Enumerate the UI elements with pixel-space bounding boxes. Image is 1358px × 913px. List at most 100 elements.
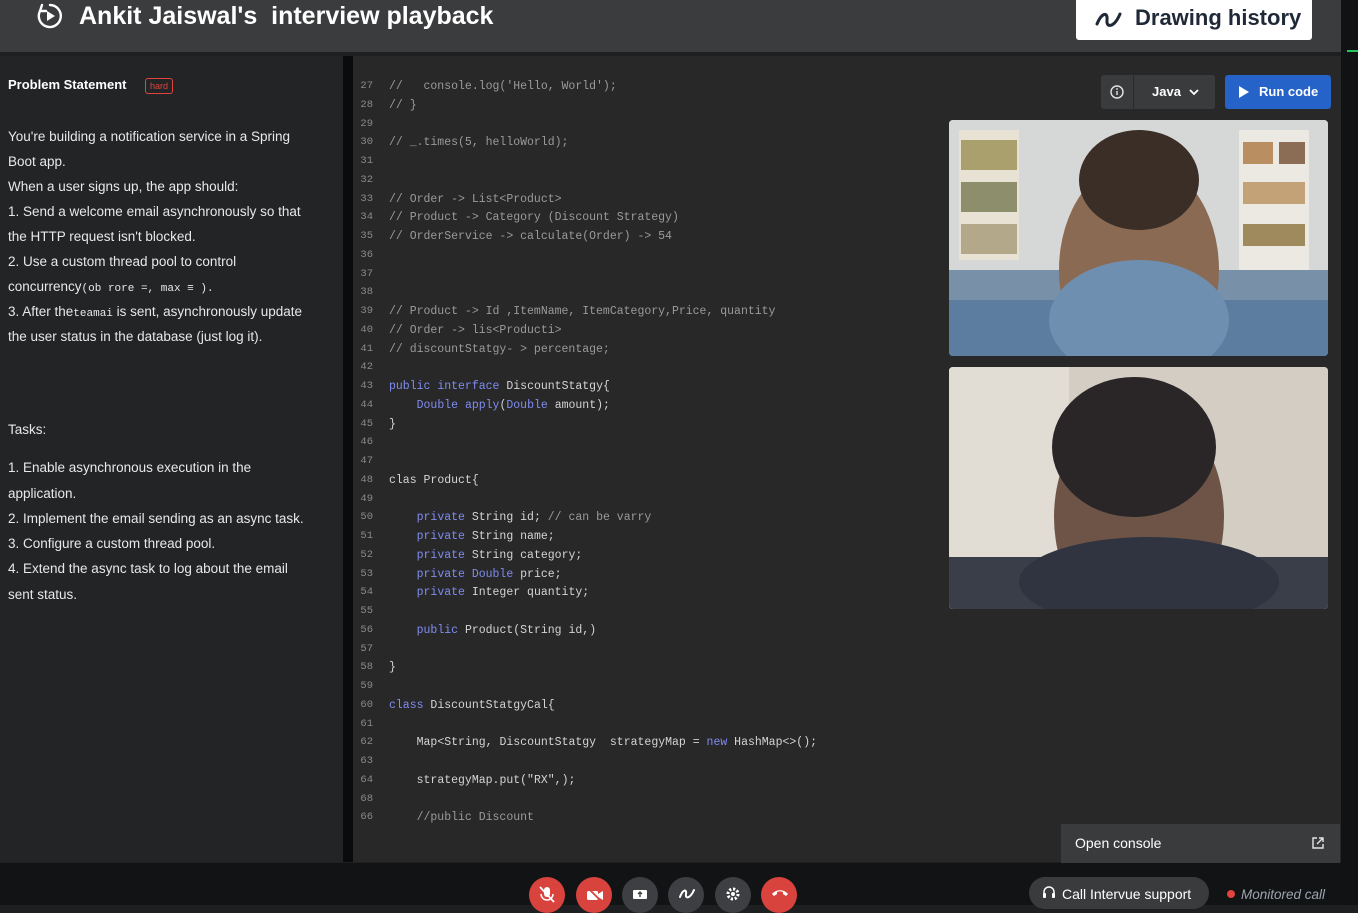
code-line: 27 // console.log('Hello, World'); xyxy=(353,80,913,98)
hang-up-icon xyxy=(772,890,788,896)
settings-button[interactable] xyxy=(715,877,751,913)
code-line: 53 private Double price; xyxy=(353,568,913,586)
code-line: 48 clas Product{ xyxy=(353,474,913,492)
line-number: 39 xyxy=(360,305,373,317)
difficulty-badge: hard xyxy=(145,78,174,94)
line-number: 42 xyxy=(360,361,373,374)
scribble-icon xyxy=(1095,12,1122,27)
code-line: 46 xyxy=(353,436,913,454)
task-line: 2. Implement the email sending as an asy… xyxy=(8,511,304,526)
code-text: // Product -> Id ,ItemName, ItemCategory… xyxy=(389,305,776,318)
code-text: private Double price; xyxy=(416,567,562,581)
page-title: Ankit Jaiswal's interview playback xyxy=(79,2,494,30)
line-number: 41 xyxy=(360,342,373,355)
line-number: 59 xyxy=(360,680,373,692)
line-number: 37 xyxy=(360,267,373,280)
task-line: application. xyxy=(8,486,77,501)
code-text: //public Discount xyxy=(389,811,534,825)
code-line: 68 xyxy=(353,793,913,811)
panel-divider[interactable] xyxy=(343,56,353,862)
line-number: 62 xyxy=(360,736,373,749)
drawing-history-button[interactable]: Drawing history xyxy=(1076,0,1312,40)
language-select[interactable]: Java xyxy=(1133,75,1215,109)
line-number: 51 xyxy=(360,530,373,542)
code-line: 62 Map<String, DiscountStatgy strategyMa… xyxy=(353,736,913,754)
candidate-video xyxy=(949,367,1328,609)
problem-line: the HTTP request isn't blocked. xyxy=(8,229,196,244)
code-line: 41 // discountStatgy- > percentage; xyxy=(353,343,913,361)
play-icon xyxy=(1239,86,1249,98)
line-number: 60 xyxy=(360,698,373,711)
info-button[interactable] xyxy=(1101,75,1133,109)
code-text: // Order -> List<Product> xyxy=(389,192,562,206)
code-text: // _.times(5, helloWorld); xyxy=(389,136,569,150)
call-controls-bar: Call Intervue support Monitored call xyxy=(0,863,1341,913)
line-number: 63 xyxy=(360,755,373,767)
code-line: 30 // _.times(5, helloWorld); xyxy=(353,136,913,154)
end-call-button[interactable] xyxy=(761,877,797,913)
open-console-label: Open console xyxy=(1075,835,1162,851)
code-line: 61 xyxy=(353,718,913,736)
line-number: 33 xyxy=(360,192,373,205)
code-line: 52 private String category; xyxy=(353,549,913,567)
code-line: 29 xyxy=(353,118,913,136)
code-line: 63 xyxy=(353,755,913,773)
mute-mic-button[interactable] xyxy=(529,877,565,913)
line-number: 54 xyxy=(360,586,373,599)
code-text: Map<String, DiscountStatgy strategyMap =… xyxy=(416,736,817,750)
code-line: 66 //public Discount xyxy=(353,811,913,829)
code-line: 35 // OrderService -> calculate(Order) ->… xyxy=(353,230,913,248)
code-text: private String id; // can be varry xyxy=(416,511,652,525)
after-text-rest: is sent, asynchronously update xyxy=(112,304,303,319)
concurrency-text: concurrency xyxy=(8,279,82,294)
task-line: 4. Extend the async task to log about th… xyxy=(8,561,288,576)
code-line: 57 xyxy=(353,643,913,661)
screen-share-icon xyxy=(633,890,647,899)
line-number: 64 xyxy=(360,773,373,786)
line-number: 46 xyxy=(360,436,373,449)
task-line: 1. Enable asynchronous execution in the xyxy=(8,460,252,475)
problem-heading: Problem Statement xyxy=(8,77,127,92)
code-text: class DiscountStatgyCal{ xyxy=(389,698,555,712)
code-line: 44 Double apply(Double amount); xyxy=(353,399,913,417)
code-text: // Product -> Category (Discount Strateg… xyxy=(389,211,679,225)
line-number: 34 xyxy=(360,211,373,224)
code-line: 45} xyxy=(353,418,913,436)
problem-line: the user status in the database (just lo… xyxy=(8,329,263,344)
code-line: 32 xyxy=(353,174,913,192)
problem-panel: Problem Statement hard You're building a… xyxy=(0,56,343,862)
task-line: 3. Configure a custom thread pool. xyxy=(8,536,216,551)
problem-line: You're building a notification service i… xyxy=(8,129,291,144)
code-text: // OrderService -> calculate(Order) -> 5… xyxy=(389,230,672,243)
line-number: 49 xyxy=(360,492,373,505)
concurrency-smudge: (ob rore =, max ≡ ). xyxy=(81,283,214,295)
code-line: 55 xyxy=(353,605,913,623)
right-edge-strip xyxy=(1341,0,1358,905)
open-console-button[interactable]: Open console xyxy=(1061,824,1340,863)
code-text: } xyxy=(389,661,396,675)
code-line: 39 // Product -> Id ,ItemName, ItemCatego… xyxy=(353,305,913,323)
code-text: private String name; xyxy=(416,530,555,543)
video-off-icon xyxy=(587,887,603,903)
code-line: 34 // Product -> Category (Discount Strat… xyxy=(353,211,913,229)
screen-share-button[interactable] xyxy=(622,877,658,913)
external-link-icon xyxy=(1312,837,1324,849)
line-number: 43 xyxy=(360,380,373,392)
code-line: 33 // Order -> List<Product> xyxy=(353,193,913,211)
code-line: 42 xyxy=(353,361,913,379)
line-number: 47 xyxy=(360,455,373,467)
code-text: public interface DiscountStatgy{ xyxy=(389,380,610,393)
line-number: 61 xyxy=(360,717,373,730)
call-support-button[interactable]: Call Intervue support xyxy=(1029,877,1209,909)
gear-icon xyxy=(726,887,740,901)
camera-off-button[interactable] xyxy=(576,877,612,913)
problem-line: 1. Send a welcome email asynchronously s… xyxy=(8,204,301,219)
code-line: 60 class DiscountStatgyCal{ xyxy=(353,699,913,717)
code-text: strategyMap.put("RX",); xyxy=(416,773,576,787)
line-number: 40 xyxy=(360,323,373,336)
run-code-button[interactable]: Run code xyxy=(1225,75,1331,109)
code-line: 59 xyxy=(353,680,913,698)
whiteboard-button[interactable] xyxy=(668,877,704,913)
status-indicator xyxy=(1347,50,1358,52)
code-text: private Integer quantity; xyxy=(416,586,590,600)
